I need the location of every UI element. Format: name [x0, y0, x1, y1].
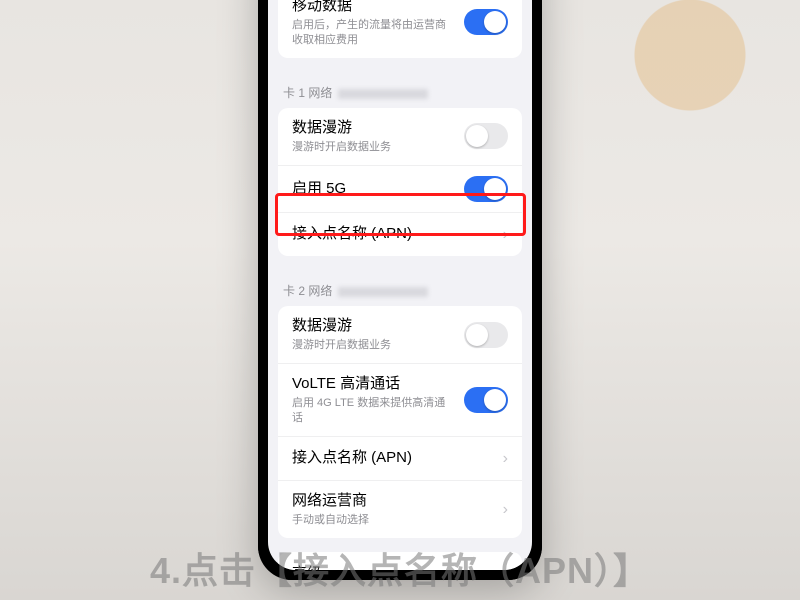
- row-title: 移动数据: [292, 0, 456, 16]
- row-roaming-sim1[interactable]: 数据漫游 漫游时开启数据业务: [278, 108, 522, 165]
- row-enable-5g[interactable]: 启用 5G: [278, 165, 522, 212]
- row-mobile-data[interactable]: 移动数据 启用后，产生的流量将由运营商收取相应费用: [278, 0, 522, 58]
- chevron-right-icon: ›: [503, 450, 508, 468]
- chevron-right-icon: ›: [503, 501, 508, 519]
- row-title: 接入点名称 (APN): [292, 224, 495, 244]
- row-apn-sim1[interactable]: 接入点名称 (APN) ›: [278, 212, 522, 256]
- toggle-roaming-sim1[interactable]: [464, 123, 508, 149]
- row-subtitle: 手动或自动选择: [292, 513, 495, 528]
- row-title: 启用 5G: [292, 179, 456, 199]
- row-title: 数据漫游: [292, 316, 456, 336]
- phone-screen: 通用 移动数据 启用后，产生的流量将由运营商收取相应费用 卡 1 网络 数据漫游…: [268, 0, 532, 570]
- row-title: VoLTE 高清通话: [292, 374, 456, 394]
- tutorial-caption: 4.点击【接入点名称（APN）】: [0, 542, 800, 594]
- row-title: 数据漫游: [292, 118, 456, 138]
- card-sim1: 数据漫游 漫游时开启数据业务 启用 5G 接入点名称 (APN) ›: [278, 108, 522, 256]
- chevron-right-icon: ›: [503, 226, 508, 244]
- card-sim2: 数据漫游 漫游时开启数据业务 VoLTE 高清通话 启用 4G LTE 数据来提…: [278, 306, 522, 538]
- settings-scrollview[interactable]: 通用 移动数据 启用后，产生的流量将由运营商收取相应费用 卡 1 网络 数据漫游…: [268, 0, 532, 570]
- row-subtitle: 启用 4G LTE 数据来提供高清通话: [292, 396, 456, 426]
- row-title: 接入点名称 (APN): [292, 448, 495, 468]
- toggle-volte[interactable]: [464, 387, 508, 413]
- section-label-sim2: 卡 2 网络: [268, 270, 532, 306]
- row-subtitle: 漫游时开启数据业务: [292, 338, 456, 353]
- toggle-enable-5g[interactable]: [464, 176, 508, 202]
- row-apn-sim2[interactable]: 接入点名称 (APN) ›: [278, 436, 522, 480]
- toggle-roaming-sim2[interactable]: [464, 322, 508, 348]
- row-title: 网络运营商: [292, 491, 495, 511]
- card-general: 移动数据 启用后，产生的流量将由运营商收取相应费用: [278, 0, 522, 58]
- phone-frame: 通用 移动数据 启用后，产生的流量将由运营商收取相应费用 卡 1 网络 数据漫游…: [258, 0, 542, 580]
- row-subtitle: 启用后，产生的流量将由运营商收取相应费用: [292, 18, 456, 48]
- row-network-carrier[interactable]: 网络运营商 手动或自动选择 ›: [278, 480, 522, 538]
- toggle-mobile-data[interactable]: [464, 9, 508, 35]
- row-volte[interactable]: VoLTE 高清通话 启用 4G LTE 数据来提供高清通话: [278, 363, 522, 436]
- row-subtitle: 漫游时开启数据业务: [292, 140, 456, 155]
- section-label-sim1: 卡 1 网络: [268, 72, 532, 108]
- row-roaming-sim2[interactable]: 数据漫游 漫游时开启数据业务: [278, 306, 522, 363]
